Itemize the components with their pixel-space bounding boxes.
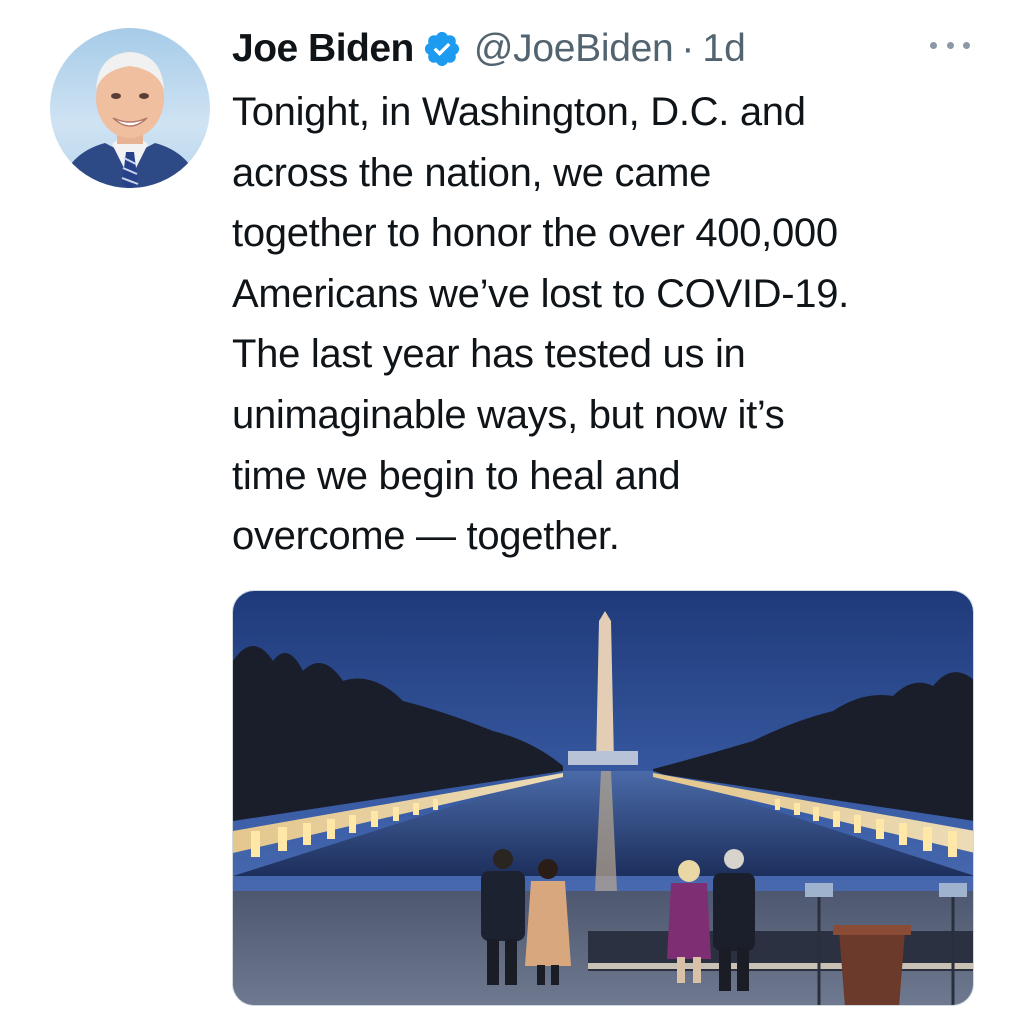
tweet-text-line: together to honor the over 400,000 [232, 211, 838, 256]
tweet-text-line: Americans we’ve lost to COVID-19. [232, 271, 849, 316]
more-dot [963, 41, 970, 49]
avatar-portrait [60, 52, 200, 188]
tweet-timestamp[interactable]: 1d [702, 27, 745, 71]
author-handle[interactable]: @JoeBiden [474, 27, 674, 71]
more-dot [946, 41, 954, 49]
tweet-text: Tonight, in Washington, D.C. and across … [232, 82, 992, 567]
tweet-text-line: overcome — together. [232, 514, 620, 559]
tweet-text-line: The last year has tested us in [232, 332, 746, 377]
tweet-text-line: across the nation, we came [232, 150, 712, 195]
tweet-text-line: unimaginable ways, but now it’s [232, 392, 785, 437]
tweet-text-line: Tonight, in Washington, D.C. and [232, 90, 806, 134]
separator-dot: · [681, 27, 695, 70]
tweet-text-line: time we begin to heal and [232, 453, 681, 498]
more-options-icon[interactable] [930, 30, 970, 60]
verified-badge-icon [422, 29, 462, 69]
tweet-photo[interactable] [232, 590, 974, 1006]
author-name[interactable]: Joe Biden [232, 27, 414, 71]
memorial-photo [233, 591, 973, 1005]
tweet-header: Joe Biden @JoeBiden · 1d [232, 24, 746, 74]
avatar[interactable] [50, 28, 210, 188]
more-dot [930, 41, 937, 49]
